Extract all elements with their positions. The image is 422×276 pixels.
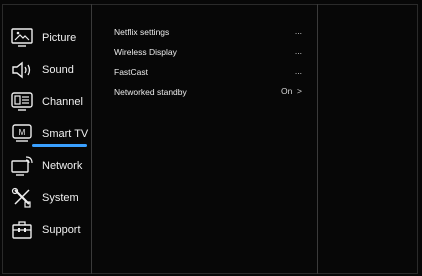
setting-wireless-display[interactable]: Wireless Display ... [114, 44, 310, 62]
setting-networked-standby[interactable]: Networked standby On > [114, 84, 310, 102]
smart-tv-settings-panel: Netflix settings ... Wireless Display ..… [92, 4, 318, 274]
sidebar-item-label: Network [42, 160, 83, 172]
sidebar-item-network[interactable]: Network [2, 152, 92, 180]
svg-text:M: M [19, 128, 26, 137]
detail-panel [318, 4, 418, 274]
sidebar-item-label: Channel [42, 96, 83, 108]
network-icon [10, 155, 34, 177]
sidebar-item-system[interactable]: System [2, 184, 92, 212]
channel-icon [10, 91, 34, 113]
sidebar-item-picture[interactable]: Picture [2, 24, 92, 52]
smart-tv-icon: M [10, 123, 34, 145]
setting-value: On > [280, 86, 302, 96]
sidebar-item-label: Sound [42, 64, 74, 76]
setting-label: Netflix settings [114, 27, 170, 37]
toolbox-icon [10, 219, 34, 241]
tv-settings-screen: Picture Sound Channel M Smart TV Network… [0, 0, 422, 276]
sidebar-item-support[interactable]: Support [2, 216, 92, 244]
setting-label: Networked standby [114, 87, 187, 97]
sidebar-item-label: Picture [42, 32, 77, 44]
setting-value: ... [294, 26, 302, 36]
sidebar-item-label: Smart TV [42, 128, 89, 140]
setting-value: ... [294, 66, 302, 76]
setting-label: Wireless Display [114, 47, 177, 57]
settings-sidebar: Picture Sound Channel M Smart TV Network… [2, 4, 92, 274]
setting-fastcast[interactable]: FastCast ... [114, 64, 310, 82]
sidebar-item-label: Support [42, 224, 81, 236]
sidebar-item-sound[interactable]: Sound [2, 56, 92, 84]
setting-netflix-settings[interactable]: Netflix settings ... [114, 24, 310, 42]
sidebar-item-channel[interactable]: Channel [2, 88, 92, 116]
active-indicator [32, 144, 87, 147]
setting-label: FastCast [114, 67, 149, 77]
tools-icon [10, 187, 34, 209]
setting-value: ... [294, 46, 302, 56]
sidebar-item-label: System [42, 192, 79, 204]
speaker-icon [10, 59, 34, 81]
picture-icon [10, 27, 34, 49]
